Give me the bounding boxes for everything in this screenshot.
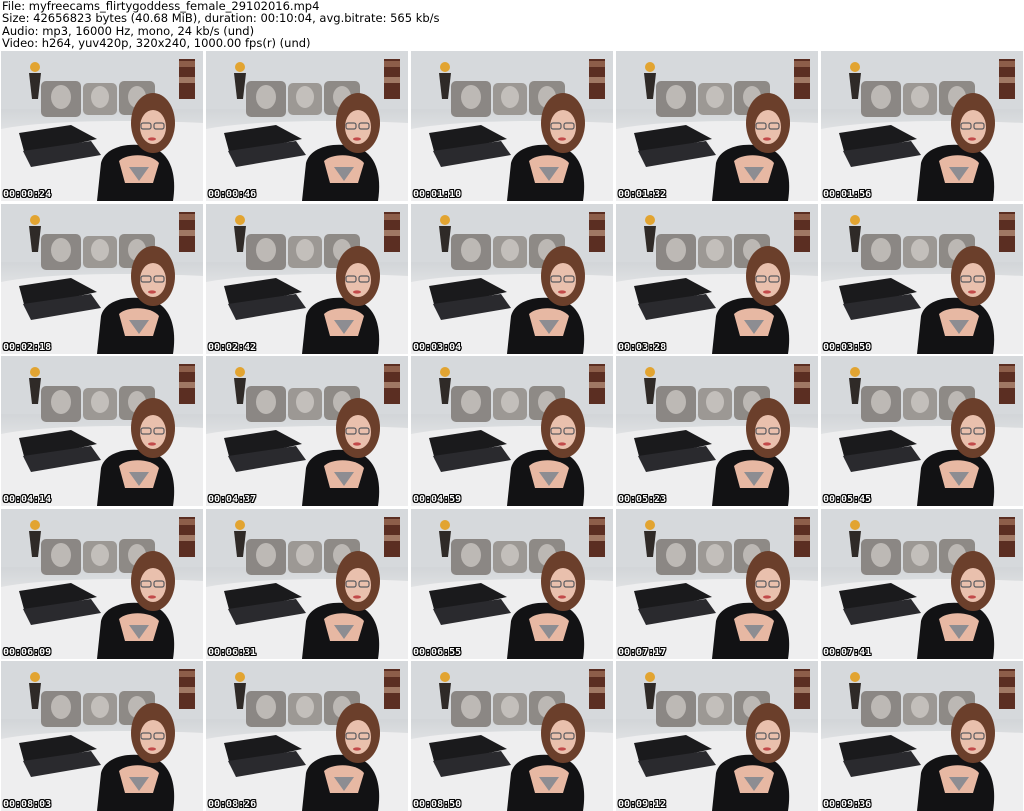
thumbnail-image bbox=[821, 356, 1023, 506]
thumbnail-grid: 00:00:24 00:00:46 00:01:10 00:01:32 00:0… bbox=[1, 51, 1023, 811]
thumbnail-image bbox=[206, 356, 408, 506]
video-thumbnail: 00:01:10 bbox=[411, 51, 613, 201]
thumbnail-image bbox=[411, 203, 613, 354]
thumbnail-image bbox=[1, 661, 203, 811]
thumbnail-timestamp: 00:09:36 bbox=[823, 799, 872, 810]
thumbnail-image bbox=[616, 661, 818, 811]
thumbnail-image bbox=[616, 203, 818, 354]
thumbnail-image bbox=[821, 51, 1023, 201]
thumbnail-image bbox=[821, 661, 1023, 811]
thumbnail-timestamp: 00:01:10 bbox=[413, 189, 462, 200]
thumbnail-timestamp: 00:03:50 bbox=[823, 341, 872, 353]
thumbnail-timestamp: 00:04:14 bbox=[3, 494, 52, 505]
thumbnail-image bbox=[206, 51, 408, 201]
video-info-line: Video: h264, yuv420p, 320x240, 1000.00 f… bbox=[2, 35, 311, 50]
thumbnail-image bbox=[411, 661, 613, 811]
thumbnail-image bbox=[206, 661, 408, 811]
video-thumbnail: 00:04:37 bbox=[206, 356, 408, 506]
thumbnail-image bbox=[206, 203, 408, 354]
thumbnail-image bbox=[411, 51, 613, 201]
video-thumbnail: 00:00:24 bbox=[1, 51, 203, 201]
thumbnail-image bbox=[411, 356, 613, 506]
thumbnail-timestamp: 00:06:31 bbox=[208, 646, 257, 658]
video-thumbnail: 00:02:42 bbox=[206, 203, 408, 354]
file-size-line: Size: 42656823 bytes (40.68 MiB), durati… bbox=[2, 11, 440, 26]
video-thumbnail: 00:07:41 bbox=[821, 508, 1023, 659]
video-thumbnail: 00:06:55 bbox=[411, 508, 613, 659]
thumbnail-timestamp: 00:03:28 bbox=[618, 341, 667, 353]
thumbnail-image bbox=[616, 508, 818, 659]
thumbnail-timestamp: 00:07:17 bbox=[618, 646, 667, 658]
thumbnail-timestamp: 00:08:03 bbox=[3, 799, 52, 810]
thumbnail-image bbox=[1, 508, 203, 659]
video-thumbnail: 00:09:36 bbox=[821, 661, 1023, 811]
video-thumbnail: 00:08:26 bbox=[206, 661, 408, 811]
thumbnail-timestamp: 00:03:04 bbox=[413, 341, 462, 353]
thumbnail-timestamp: 00:00:46 bbox=[208, 189, 257, 200]
thumbnail-image bbox=[821, 508, 1023, 659]
thumbnail-timestamp: 00:05:45 bbox=[823, 494, 872, 505]
thumbnail-timestamp: 00:06:09 bbox=[3, 646, 52, 658]
video-thumbnail: 00:05:23 bbox=[616, 356, 818, 506]
thumbnail-timestamp: 00:01:56 bbox=[823, 189, 872, 200]
thumbnail-image bbox=[821, 203, 1023, 354]
video-thumbnail: 00:06:31 bbox=[206, 508, 408, 659]
thumbnail-image bbox=[1, 356, 203, 506]
video-thumbnail: 00:03:04 bbox=[411, 203, 613, 354]
video-thumbnail: 00:07:17 bbox=[616, 508, 818, 659]
thumbnail-timestamp: 00:08:50 bbox=[413, 799, 462, 810]
video-thumbnail: 00:03:28 bbox=[616, 203, 818, 354]
thumbnail-image bbox=[616, 356, 818, 506]
thumbnail-image bbox=[206, 508, 408, 659]
video-thumbnail: 00:03:50 bbox=[821, 203, 1023, 354]
thumbnail-timestamp: 00:00:24 bbox=[3, 189, 52, 200]
thumbnail-image bbox=[1, 51, 203, 201]
thumbnail-timestamp: 00:04:37 bbox=[208, 494, 257, 505]
video-thumbnail: 00:01:56 bbox=[821, 51, 1023, 201]
video-thumbnail: 00:05:45 bbox=[821, 356, 1023, 506]
thumbnail-timestamp: 00:05:23 bbox=[618, 494, 667, 505]
video-thumbnail: 00:00:46 bbox=[206, 51, 408, 201]
file-info-header: File: myfreecams_flirtygoddess_female_29… bbox=[2, 0, 1022, 50]
video-thumbnail: 00:06:09 bbox=[1, 508, 203, 659]
video-thumbnail: 00:01:32 bbox=[616, 51, 818, 201]
thumbnail-timestamp: 00:07:41 bbox=[823, 646, 872, 658]
thumbnail-timestamp: 00:02:18 bbox=[3, 341, 52, 353]
video-thumbnail: 00:04:14 bbox=[1, 356, 203, 506]
video-thumbnail: 00:04:59 bbox=[411, 356, 613, 506]
thumbnail-timestamp: 00:09:12 bbox=[618, 799, 667, 810]
video-thumbnail: 00:09:12 bbox=[616, 661, 818, 811]
thumbnail-timestamp: 00:06:55 bbox=[413, 646, 462, 658]
video-thumbnail: 00:08:03 bbox=[1, 661, 203, 811]
thumbnail-image bbox=[411, 508, 613, 659]
video-thumbnail: 00:02:18 bbox=[1, 203, 203, 354]
thumbnail-image bbox=[1, 203, 203, 354]
thumbnail-timestamp: 00:01:32 bbox=[618, 189, 667, 200]
video-thumbnail: 00:08:50 bbox=[411, 661, 613, 811]
thumbnail-timestamp: 00:08:26 bbox=[208, 799, 257, 810]
thumbnail-timestamp: 00:04:59 bbox=[413, 494, 462, 505]
thumbnail-image bbox=[616, 51, 818, 201]
thumbnail-timestamp: 00:02:42 bbox=[208, 341, 257, 353]
